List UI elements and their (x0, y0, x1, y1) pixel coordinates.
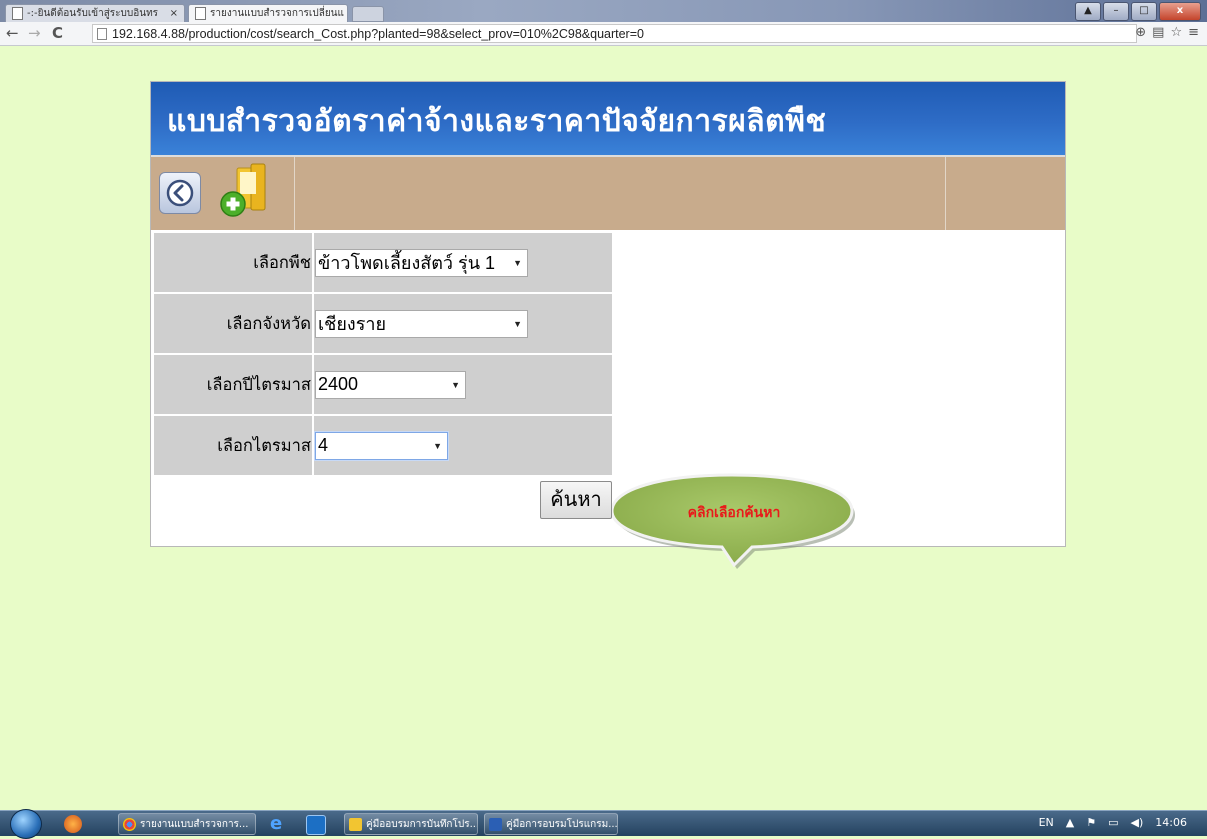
tab-title: รายงานแบบสำรวจการเปลี่ยนแ (210, 6, 344, 21)
word-icon (489, 818, 502, 831)
maximize-button[interactable]: □ (1131, 2, 1157, 21)
new-tab-button[interactable] (352, 6, 384, 22)
crop-label: เลือกพืช (154, 233, 314, 294)
dropdown-arrow-icon: ▼ (513, 258, 522, 268)
add-folder-button[interactable] (211, 160, 287, 224)
back-arrow-icon[interactable]: ← (6, 25, 19, 42)
bookmark-star-icon[interactable]: ☆ (1170, 25, 1182, 40)
folder-icon (349, 818, 362, 831)
volume-icon[interactable]: ◀) (1131, 816, 1144, 829)
flag-icon[interactable]: ⚑ (1086, 816, 1096, 829)
page-icon (97, 28, 107, 40)
close-window-button[interactable]: x (1159, 2, 1201, 21)
user-icon[interactable]: ▲ (1075, 2, 1101, 21)
year-select[interactable]: 2400 ▼ (315, 371, 466, 399)
clock[interactable]: 14:06 (1155, 816, 1187, 829)
main-panel: แบบสำรวจอัตราค่าจ้างและราคาปัจจัยการผลิต… (150, 81, 1066, 547)
crop-select[interactable]: ข้าวโพดเลี้ยงสัตว์ รุ่น 1 ▼ (315, 249, 528, 277)
task-label: คู่มืออบรมการบันทึกโปร... (366, 817, 478, 832)
chrome-icon (123, 818, 136, 831)
close-tab-icon[interactable]: × (170, 8, 178, 19)
menu-icon[interactable]: ≡ (1188, 25, 1199, 40)
browser-tools: ⊕ ▤ ☆ ≡ (1135, 25, 1199, 40)
toolbar-divider (945, 157, 946, 230)
year-select-value: 2400 (318, 374, 358, 395)
show-hidden-icons[interactable]: ▲ (1066, 816, 1074, 829)
language-indicator[interactable]: EN (1039, 816, 1054, 829)
quarter-label: เลือกไตรมาส (154, 416, 314, 477)
page-icon (12, 7, 23, 20)
url-field[interactable]: 192.168.4.88/production/cost/search_Cost… (92, 24, 1137, 43)
form-row-quarter: เลือกไตรมาส 4 ▼ (154, 416, 612, 477)
page-icon (195, 7, 206, 20)
browser-tab-1[interactable]: -:-ยินดีต้อนรับเข้าสู่ระบบอินทร × (5, 4, 185, 22)
dropdown-arrow-icon: ▼ (513, 319, 522, 329)
back-circle-icon (166, 179, 194, 207)
quarter-select-value: 4 (318, 435, 328, 456)
province-select[interactable]: เชียงราย ▼ (315, 310, 528, 338)
tab-title: -:-ยินดีต้อนรับเข้าสู่ระบบอินทร (27, 6, 158, 21)
taskbar-item-word[interactable]: คู่มือการอบรมโปรแกรม... (484, 813, 618, 835)
province-label: เลือกจังหวัด (154, 294, 314, 355)
address-bar: ← → C 192.168.4.88/production/cost/searc… (0, 22, 1207, 46)
app-icon[interactable] (306, 815, 326, 835)
windows-taskbar: รายงานแบบสำรวจการ... e คู่มืออบรมการบันท… (0, 810, 1207, 836)
back-button[interactable] (159, 172, 201, 214)
ie-icon[interactable]: e (270, 815, 288, 833)
task-label: คู่มือการอบรมโปรแกรม... (506, 817, 618, 832)
minimize-button[interactable]: – (1103, 2, 1129, 21)
zoom-icon[interactable]: ⊕ (1135, 25, 1146, 40)
taskbar-item-folder[interactable]: คู่มืออบรมการบันทึกโปร... (344, 813, 478, 835)
folder-add-icon (211, 160, 287, 224)
crop-select-value: ข้าวโพดเลี้ยงสัตว์ รุ่น 1 (318, 248, 495, 277)
taskbar-item-chrome[interactable]: รายงานแบบสำรวจการ... (118, 813, 256, 835)
dropdown-arrow-icon: ▼ (451, 380, 460, 390)
search-button[interactable]: ค้นหา (540, 481, 612, 519)
page-title: แบบสำรวจอัตราค่าจ้างและราคาปัจจัยการผลิต… (167, 98, 826, 145)
window-controls: ▲ – □ x (1075, 2, 1201, 21)
toolbar (151, 155, 1065, 230)
url-text: 192.168.4.88/production/cost/search_Cost… (112, 27, 644, 41)
header-banner: แบบสำรวจอัตราค่าจ้างและราคาปัจจัยการผลิต… (151, 82, 1065, 155)
network-icon[interactable]: ▭ (1108, 816, 1118, 829)
reload-icon[interactable]: C (52, 25, 63, 42)
task-label: รายงานแบบสำรวจการ... (140, 817, 248, 832)
form-row-crop: เลือกพืช ข้าวโพดเลี้ยงสัตว์ รุ่น 1 ▼ (154, 233, 612, 294)
province-select-value: เชียงราย (318, 309, 386, 338)
dropdown-arrow-icon: ▼ (433, 441, 442, 451)
toolbar-divider (294, 157, 295, 230)
browser-tab-2[interactable]: รายงานแบบสำรวจการเปลี่ยนแ × (188, 4, 348, 22)
system-tray: EN ▲ ⚑ ▭ ◀) 14:06 (1039, 816, 1187, 829)
start-button[interactable] (10, 809, 42, 839)
year-label: เลือกปีไตรมาส (154, 355, 314, 416)
callout-text: คลิกเลือกค้นหา (613, 502, 855, 524)
browser-titlebar: -:-ยินดีต้อนรับเข้าสู่ระบบอินทร × รายงาน… (0, 0, 1207, 22)
forward-arrow-icon[interactable]: → (28, 25, 41, 42)
quarter-select[interactable]: 4 ▼ (315, 432, 448, 460)
form-row-province: เลือกจังหวัด เชียงราย ▼ (154, 294, 612, 355)
translate-icon[interactable]: ▤ (1152, 25, 1164, 40)
firefox-icon[interactable] (64, 815, 82, 833)
form-row-year: เลือกปีไตรมาส 2400 ▼ (154, 355, 612, 416)
search-form: เลือกพืช ข้าวโพดเลี้ยงสัตว์ รุ่น 1 ▼ เลื… (154, 233, 612, 477)
